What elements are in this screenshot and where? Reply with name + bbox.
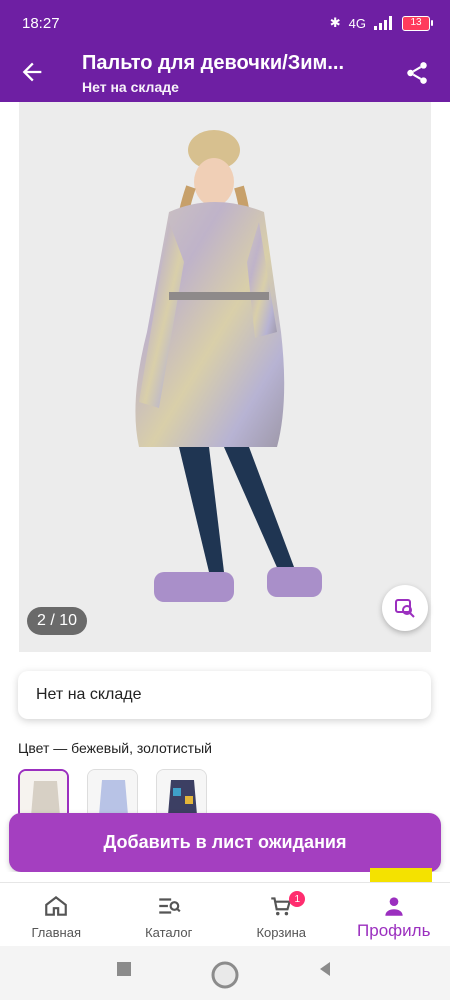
page-subtitle: Нет на складе: [82, 79, 179, 95]
product-image-gallery[interactable]: [19, 102, 431, 652]
nav-label-cart: Корзина: [256, 925, 307, 940]
nav-item-catalog[interactable]: Каталог: [113, 883, 225, 940]
profile-icon: [385, 897, 403, 916]
signal-label: 4G: [348, 15, 366, 31]
status-icons: ✱ 4G 13: [329, 15, 433, 31]
stock-status-card: Нет на складе: [18, 671, 431, 719]
back-system-icon[interactable]: [316, 960, 334, 978]
back-arrow-icon[interactable]: [18, 58, 46, 86]
bluetooth-icon: ✱: [329, 15, 341, 30]
nav-label-catalog: Каталог: [145, 925, 193, 940]
product-photo: [135, 130, 322, 602]
nav-item-profile[interactable]: Профиль: [338, 883, 450, 941]
add-to-waitlist-button[interactable]: Добавить в лист ожидания: [9, 813, 441, 872]
catalog-search-icon: [159, 898, 181, 914]
status-time: 18:27: [22, 14, 60, 32]
status-bar: 18:27 ✱ 4G 13: [0, 0, 450, 46]
app-bar: Пальто для девочки/Зим... Нет на складе: [0, 46, 450, 102]
system-navigation: [0, 946, 450, 1000]
nav-item-home[interactable]: Главная: [0, 883, 112, 940]
battery-level: 13: [410, 17, 422, 28]
home-icon: [45, 895, 68, 916]
color-label: Цвет — бежевый, золотистый: [18, 740, 212, 756]
share-icon[interactable]: [404, 60, 430, 86]
page-title: Пальто для девочки/Зим...: [82, 52, 345, 74]
home-system-icon[interactable]: [210, 960, 240, 990]
bottom-navigation: Главная Каталог 1 Корзина Профиль: [0, 882, 450, 947]
nav-item-cart[interactable]: 1 Корзина: [225, 883, 337, 940]
recent-apps-icon[interactable]: [115, 960, 133, 978]
image-search-button[interactable]: [382, 585, 428, 631]
nav-label-profile: Профиль: [357, 921, 431, 940]
cart-badge: 1: [289, 891, 306, 907]
nav-label-home: Главная: [31, 925, 81, 940]
battery-icon: 13: [402, 15, 433, 31]
stock-status-text: Нет на складе: [36, 686, 142, 703]
image-search-icon: [395, 599, 415, 618]
signal-strength-icon: [374, 16, 392, 30]
image-counter: 2 / 10: [27, 607, 87, 635]
